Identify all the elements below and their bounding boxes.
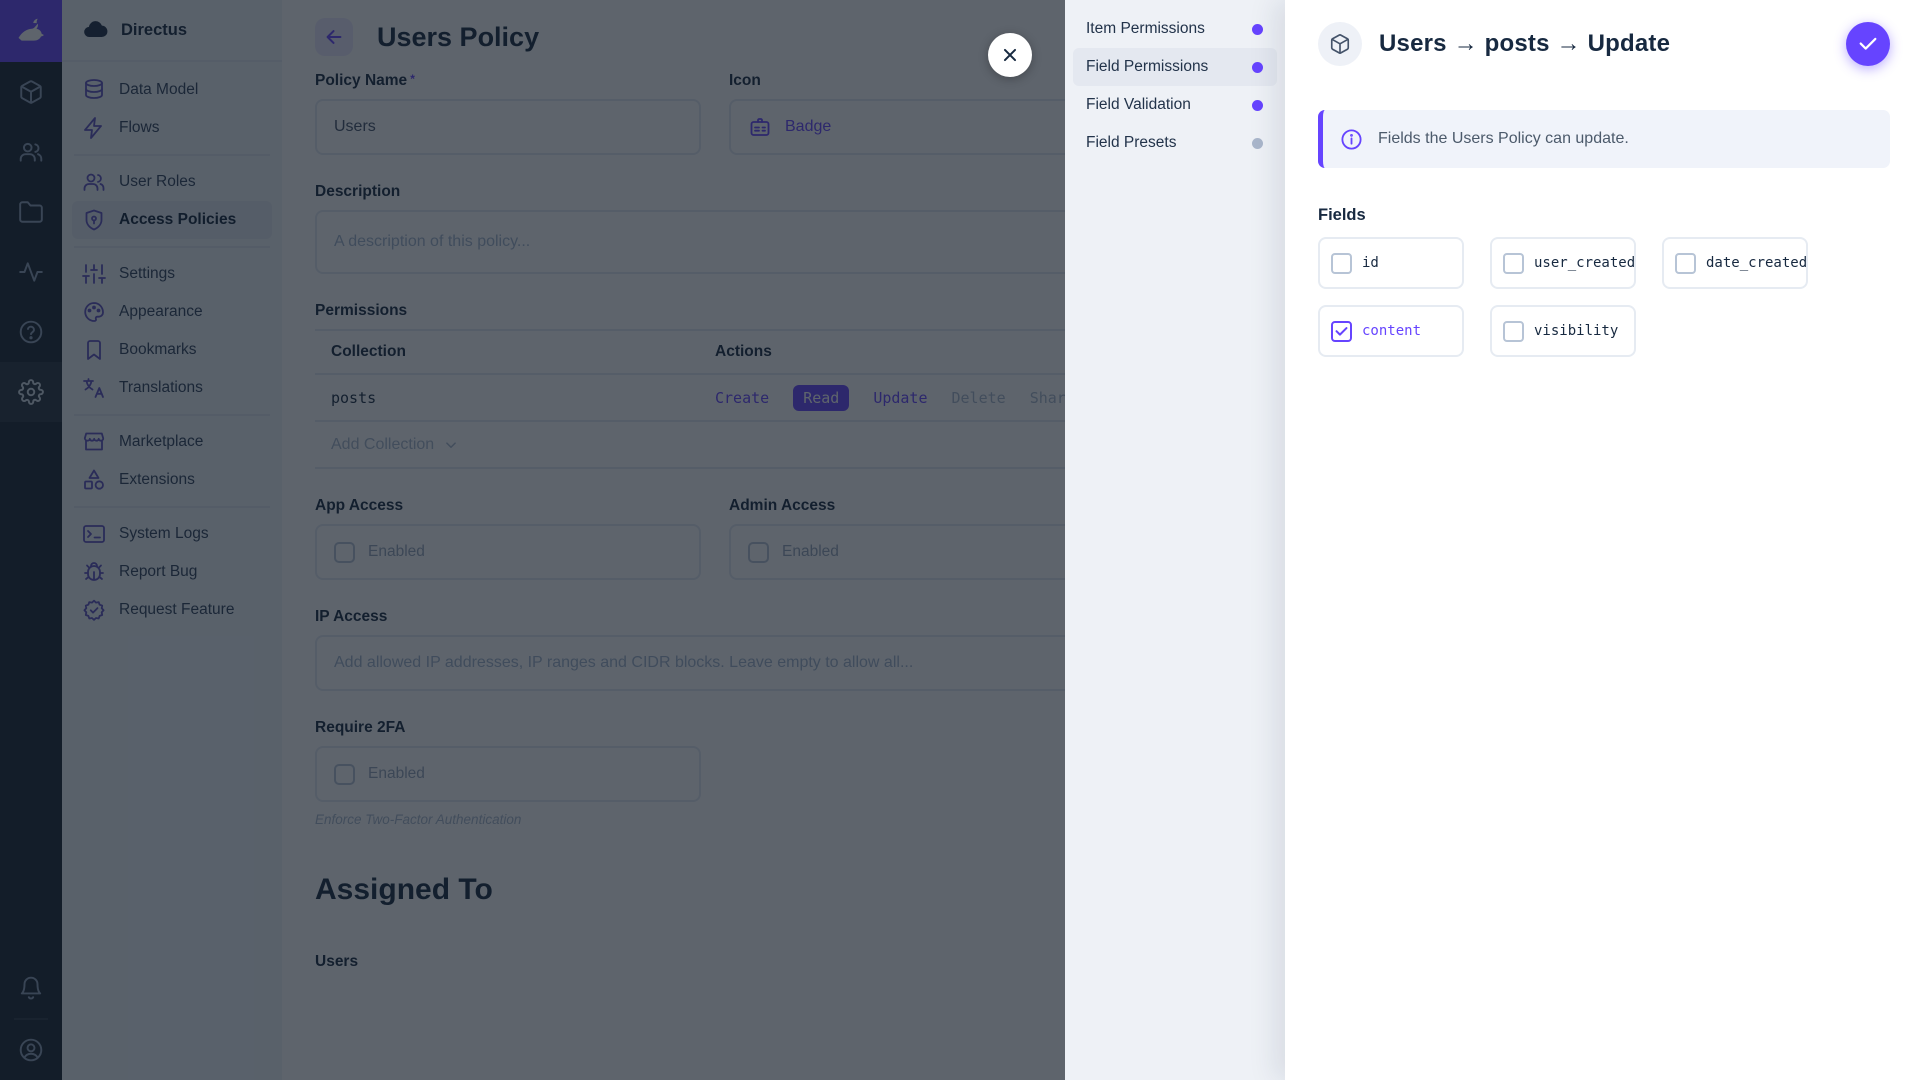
cube-icon [1329,33,1351,55]
status-dot [1252,99,1263,111]
fields-section-label: Fields [1318,206,1366,224]
drawer-header-chip [1318,22,1362,66]
field-checkbox-visibility[interactable]: visibility [1490,305,1636,357]
status-dot [1252,137,1263,149]
fields-grid: id user_created date_created content vis… [1318,237,1890,357]
field-name: date_created [1706,255,1808,271]
field-name: user_created [1534,255,1636,271]
field-checkbox-content[interactable]: content [1318,305,1464,357]
field-checkbox-date-created[interactable]: date_created [1662,237,1808,289]
checkbox-unchecked-icon [1331,252,1352,274]
drawer-nav-label: Field Permissions [1086,58,1209,75]
drawer-nav-label: Field Validation [1086,96,1191,113]
field-name: visibility [1534,323,1619,339]
status-dot [1252,61,1263,73]
field-permissions-drawer: Users → posts → Update Fields the Users … [1285,0,1920,1080]
close-icon [999,44,1021,66]
drawer-nav-field-validation[interactable]: Field Validation [1073,86,1277,124]
drawer-nav-item-permissions[interactable]: Item Permissions [1073,10,1277,48]
drawer-nav-field-permissions[interactable]: Field Permissions [1073,48,1277,86]
drawer-title: Users → posts → Update [1379,30,1671,57]
field-name: content [1362,323,1422,339]
checkbox-unchecked-icon [1675,252,1696,274]
drawer-nav: Item Permissions Field Permissions Field… [1065,0,1285,1080]
info-icon [1340,128,1363,151]
drawer-header: Users → posts → Update [1318,22,1890,66]
drawer-nav-field-presets[interactable]: Field Presets [1073,124,1277,162]
checkbox-checked-icon [1331,320,1352,342]
info-banner: Fields the Users Policy can update. [1318,110,1890,168]
drawer-save-button[interactable] [1846,22,1890,66]
checkbox-unchecked-icon [1503,320,1524,342]
field-name: id [1362,255,1379,271]
drawer-nav-label: Field Presets [1086,134,1177,151]
check-icon [1857,33,1879,55]
status-dot [1252,23,1263,35]
field-checkbox-user-created[interactable]: user_created [1490,237,1636,289]
checkbox-unchecked-icon [1503,252,1524,274]
info-banner-text: Fields the Users Policy can update. [1378,130,1629,147]
drawer-nav-label: Item Permissions [1086,20,1205,37]
field-checkbox-id[interactable]: id [1318,237,1464,289]
drawer-close-button[interactable] [988,33,1032,77]
